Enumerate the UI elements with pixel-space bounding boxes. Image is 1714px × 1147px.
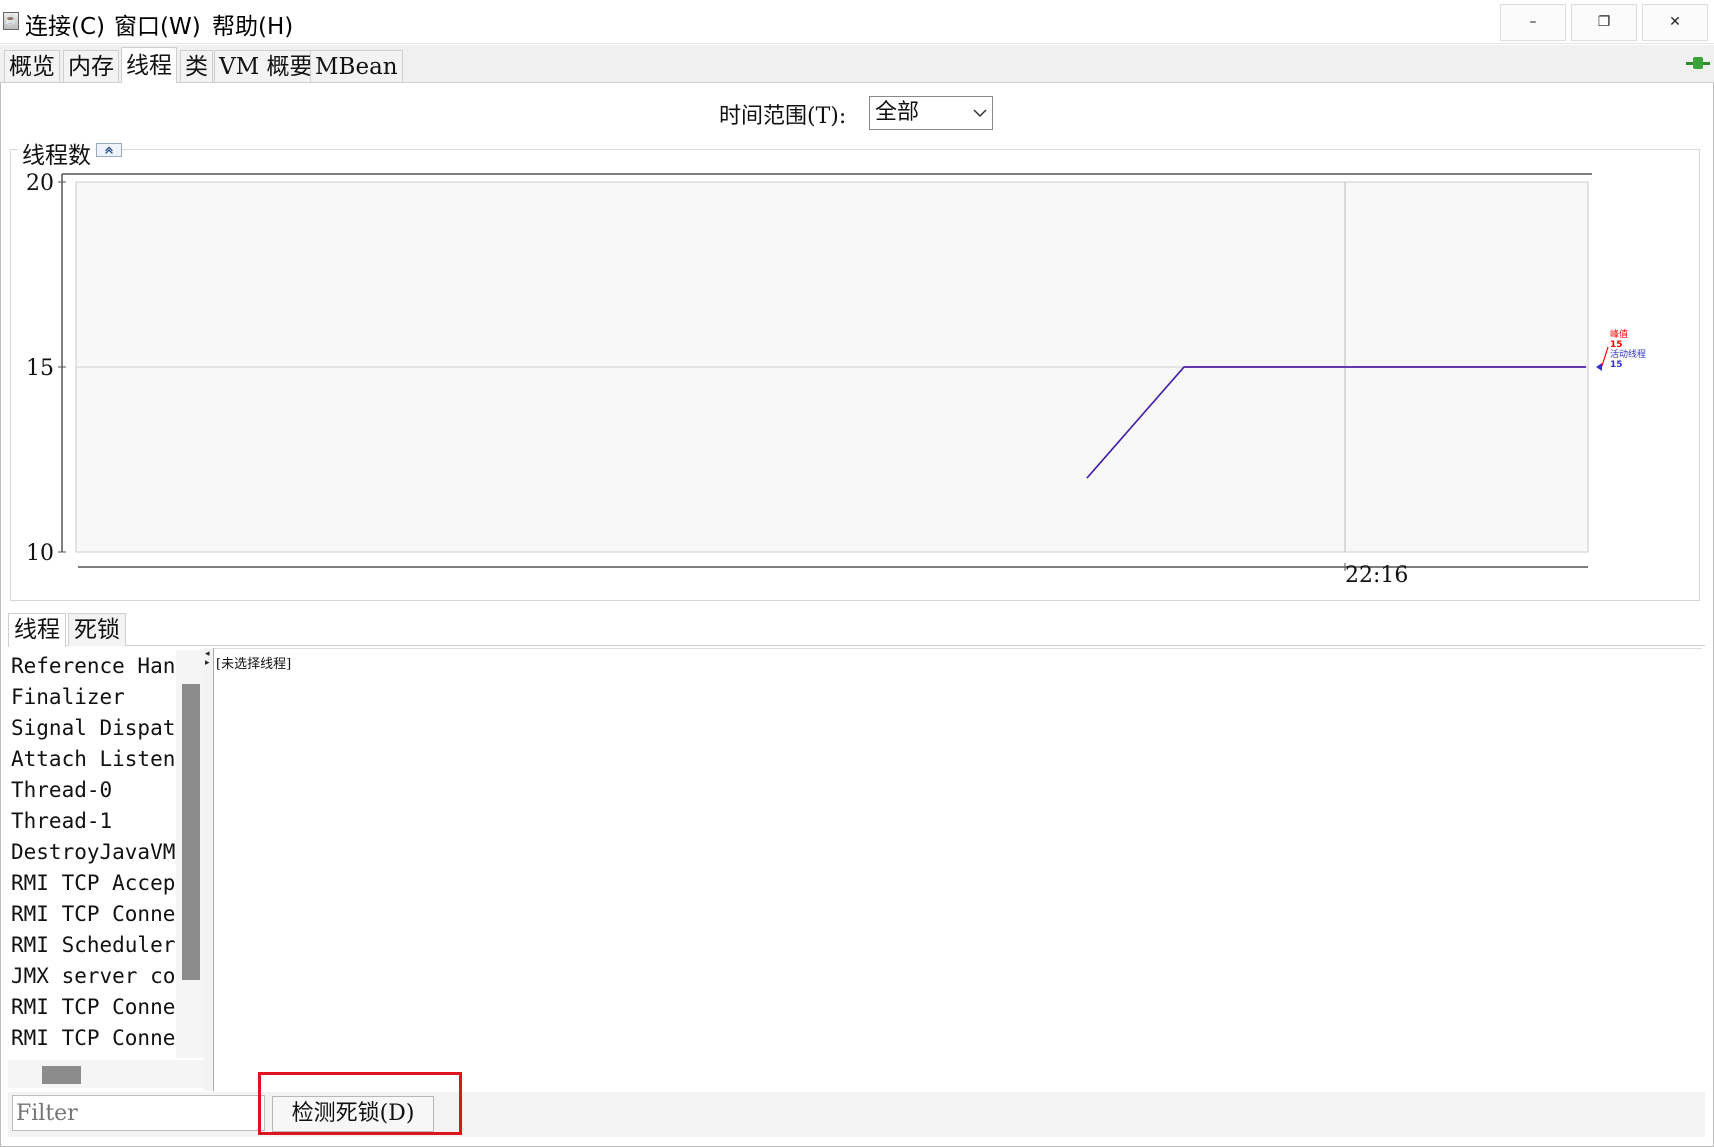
thread-list-item[interactable]: RMI TCP Connection bbox=[11, 899, 176, 930]
lower-tab-divider bbox=[8, 645, 1705, 646]
thread-count-chart: 10152022:16峰值15活动线程15 bbox=[26, 171, 1646, 588]
legend-active-marker bbox=[1596, 363, 1602, 371]
split-arrows-icon[interactable]: ◂ ▸ bbox=[205, 650, 210, 668]
y-tick-label: 20 bbox=[26, 171, 54, 196]
thread-list-item[interactable]: DestroyJavaVM bbox=[11, 837, 176, 868]
legend-peak-marker bbox=[1601, 346, 1609, 367]
thread-list-item[interactable]: Finalizer bbox=[11, 682, 176, 713]
thread-filter-input[interactable] bbox=[12, 1095, 265, 1131]
vertical-scroll-thumb[interactable] bbox=[182, 684, 200, 980]
thread-list-item[interactable]: Thread-0 bbox=[11, 775, 176, 806]
thread-list-item[interactable]: Thread-1 bbox=[11, 806, 176, 837]
y-tick-label: 10 bbox=[26, 541, 54, 566]
legend-label: 15 bbox=[1610, 360, 1623, 370]
y-tick-label: 15 bbox=[26, 356, 54, 381]
thread-list-item[interactable]: RMI TCP Connection bbox=[11, 992, 176, 1023]
horizontal-scroll-thumb[interactable] bbox=[42, 1066, 81, 1084]
thread-list-item[interactable]: Signal Dispatcher bbox=[11, 713, 176, 744]
tab-deadlock[interactable]: 死锁 bbox=[68, 613, 126, 646]
thread-list[interactable]: Reference Handler Finalizer Signal Dispa… bbox=[8, 648, 176, 1058]
x-tick-label: 22:16 bbox=[1345, 563, 1408, 588]
tab-thread-list[interactable]: 线程 bbox=[8, 613, 66, 647]
split-pane-divider[interactable] bbox=[204, 648, 214, 1091]
legend-label: 活动线程 bbox=[1610, 348, 1646, 360]
thread-list-item[interactable]: RMI TCP Connection bbox=[11, 1023, 176, 1054]
thread-list-item[interactable]: RMI Scheduler bbox=[11, 930, 176, 961]
thread-list-item[interactable]: Reference Handler bbox=[11, 651, 176, 682]
thread-list-item[interactable]: RMI TCP Accept bbox=[11, 868, 176, 899]
thread-list-item[interactable]: JMX server connection bbox=[11, 961, 176, 992]
thread-list-horizontal-scrollbar[interactable] bbox=[8, 1060, 204, 1088]
thread-list-item[interactable]: Attach Listener bbox=[11, 744, 176, 775]
thread-detail-pane bbox=[214, 648, 1702, 1091]
legend-label: 15 bbox=[1610, 340, 1623, 350]
thread-detail-text: [未选择线程] bbox=[216, 657, 292, 672]
legend-label: 峰值 bbox=[1610, 328, 1628, 340]
highlight-box bbox=[258, 1072, 462, 1135]
